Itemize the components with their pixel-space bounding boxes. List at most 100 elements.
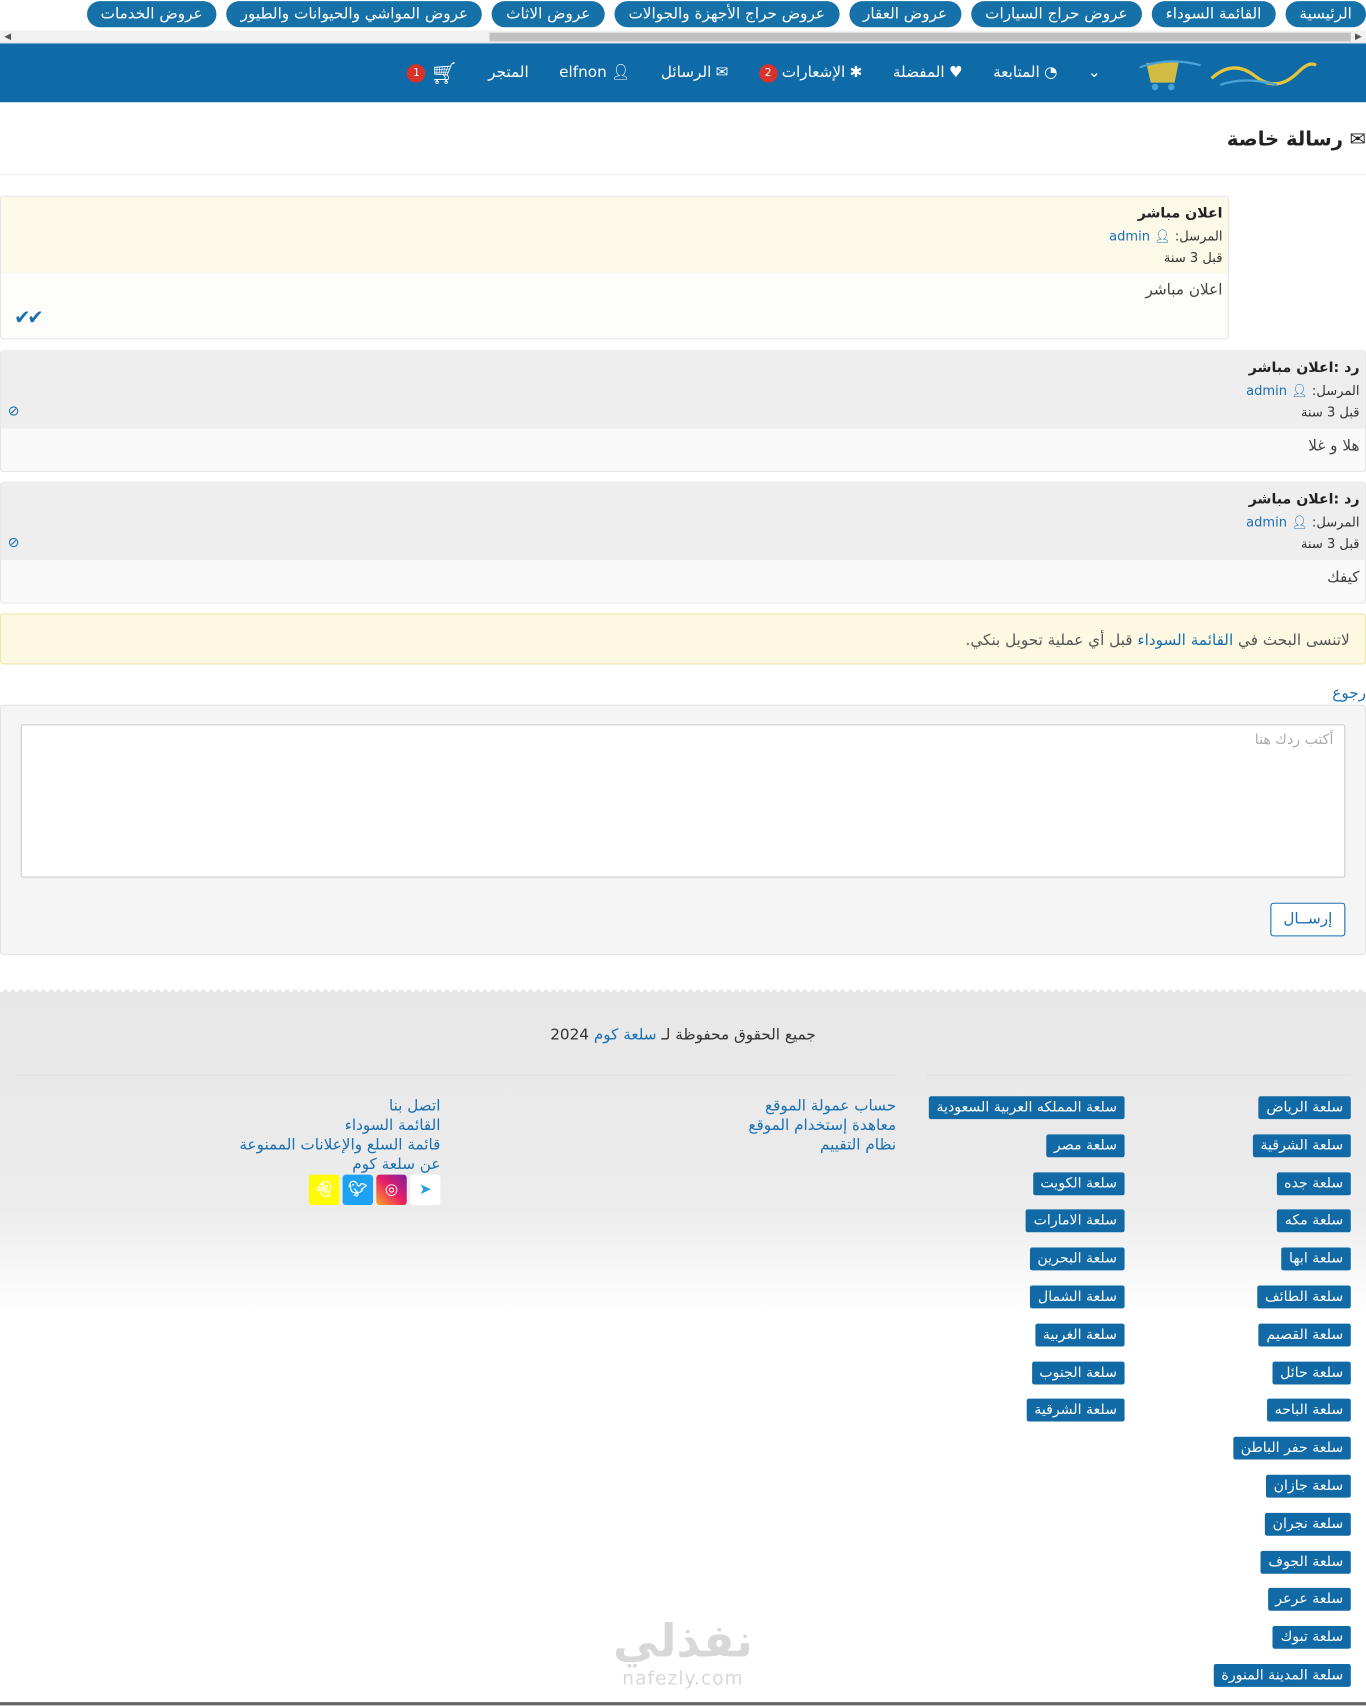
store-link[interactable]: المتجر	[473, 44, 544, 103]
site-link[interactable]: سلعة كوم	[594, 1027, 657, 1044]
region-tag[interactable]: سلعة المملكه العربية السعودية	[928, 1096, 1125, 1120]
category-tab[interactable]: عروض حراج الأجهزة والجوالات	[614, 1, 840, 28]
cart-count-badge: 1	[407, 63, 426, 83]
user-icon: 👤︎	[1291, 382, 1308, 399]
region-tag[interactable]: سلعة جازان	[1265, 1474, 1351, 1498]
category-tab[interactable]: عروض حراج السيارات	[970, 1, 1142, 28]
category-tab[interactable]: الرئيسية	[1285, 1, 1366, 28]
footer-link[interactable]: نظام التقييم	[613, 1135, 896, 1155]
more-dropdown[interactable]: ⌄	[1073, 44, 1116, 103]
rss-icon: ◔	[1044, 64, 1058, 82]
page-title: ✉ رسالة خاصة	[1227, 128, 1366, 151]
region-tag[interactable]: سلعة الباحه	[1267, 1399, 1351, 1422]
region-tag[interactable]: سلعة الكويت	[1032, 1171, 1125, 1195]
footer: جميع الحقوق محفوظة لـ سلعة كوم 2024 اتصل…	[0, 989, 1366, 1706]
favorites-link[interactable]: ♥ المفضلة	[878, 44, 978, 103]
copyright-year: 2024	[550, 1026, 594, 1045]
region-tag[interactable]: سلعة عرعر	[1267, 1588, 1351, 1612]
region-tag[interactable]: سلعة ابها	[1281, 1247, 1351, 1271]
footer-link[interactable]: القائمة السوداء	[158, 1116, 441, 1136]
region-tag[interactable]: سلعة الشرقية	[1252, 1134, 1351, 1157]
message-body: هلا و غلا	[1, 428, 1365, 471]
message-subject: رد :اعلان مباشر	[1248, 491, 1360, 508]
region-tag[interactable]: سلعة مصر	[1046, 1134, 1125, 1157]
ban-icon[interactable]: ⊘	[8, 403, 20, 419]
shopping-cart-icon: 🛒︎	[430, 59, 458, 86]
notifications-link[interactable]: ✱ الإشعارات 2	[744, 44, 878, 103]
sender-label: المرسل:	[1311, 514, 1360, 530]
read-check-icon: ✔✔	[14, 306, 44, 330]
category-tab[interactable]: عروض الخدمات	[86, 1, 217, 28]
footer-divider	[926, 1074, 1351, 1076]
message-subject: اعلان مباشر	[1137, 205, 1223, 222]
region-tag[interactable]: سلعة الرياض	[1258, 1096, 1351, 1120]
cart-link[interactable]: 🛒︎ 1	[392, 44, 473, 103]
message-header: رد :اعلان مباشر المرسل: 👤︎ admin قبل 3 س…	[1, 351, 1365, 429]
region-tag[interactable]: سلعة مكه	[1277, 1209, 1351, 1233]
snapchat-icon[interactable]: 👻︎	[308, 1174, 340, 1206]
category-tab[interactable]: عروض الاثاث	[492, 1, 605, 28]
site-logo[interactable]	[1135, 52, 1318, 93]
category-tab[interactable]: عروض العقار	[848, 1, 962, 28]
scroll-left-arrow-icon[interactable]: ◀	[4, 30, 11, 43]
scrollbar-thumb[interactable]	[489, 32, 1351, 42]
region-tag[interactable]: سلعة الجنوب	[1031, 1361, 1125, 1385]
heart-icon: ♥	[949, 64, 963, 82]
message-card: اعلان مباشر المرسل: 👤︎ admin قبل 3 سنة ا…	[0, 195, 1229, 340]
ban-icon[interactable]: ⊘	[8, 535, 20, 551]
chevron-down-icon: ⌄	[1087, 64, 1101, 82]
message-body: اعلان مباشر ✔✔	[1, 272, 1228, 339]
copyright: جميع الحقوق محفوظة لـ سلعة كوم 2024	[0, 1027, 1366, 1044]
footer-dotted-border	[0, 989, 1366, 992]
sender-label: المرسل:	[1311, 382, 1360, 399]
divider	[0, 174, 1366, 176]
sender-link[interactable]: admin	[1246, 514, 1287, 529]
send-button[interactable]: إرســال	[1270, 902, 1346, 937]
region-tag[interactable]: سلعة نجران	[1264, 1512, 1351, 1536]
region-tag[interactable]: سلعة الجوف	[1260, 1550, 1351, 1574]
category-tab[interactable]: عروض المواشي والحيوانات والطيور	[226, 1, 483, 28]
region-tag[interactable]: سلعة تبوك	[1272, 1626, 1351, 1650]
reply-textarea[interactable]	[20, 724, 1346, 878]
region-tag[interactable]: سلعة الامارات	[1025, 1209, 1125, 1233]
blacklist-link[interactable]: القائمة السوداء	[1137, 632, 1233, 649]
scroll-right-arrow-icon[interactable]: ▶	[1355, 30, 1362, 43]
region-tag[interactable]: سلعة الشرقية	[1026, 1399, 1125, 1422]
region-tag[interactable]: سلعة الطائف	[1257, 1285, 1351, 1309]
asterisk-icon: ✱	[849, 64, 863, 82]
region-tag[interactable]: سلعة البحرين	[1029, 1247, 1125, 1271]
user-menu[interactable]: 👤︎ elfnon	[544, 44, 646, 103]
copyright-text: جميع الحقوق محفوظة لـ	[656, 1026, 816, 1045]
instagram-icon[interactable]: ◎	[376, 1174, 407, 1206]
user-icon: 👤︎	[1154, 228, 1171, 244]
messages-link[interactable]: ✉ الرسائل	[646, 44, 744, 103]
footer-link[interactable]: معاهدة إستخدام الموقع	[613, 1116, 896, 1136]
region-tag[interactable]: سلعة المدينة المنورة	[1213, 1664, 1351, 1687]
back-link[interactable]: رجوع	[1332, 685, 1366, 702]
region-tag[interactable]: سلعة جده	[1276, 1171, 1351, 1195]
envelope-icon: ✉	[1349, 128, 1366, 152]
horizontal-scrollbar[interactable]: ◀ ▶	[0, 30, 1366, 44]
region-tag[interactable]: سلعة الغربية	[1035, 1323, 1125, 1347]
store-label: المتجر	[488, 64, 529, 82]
footer-link[interactable]: حساب عمولة الموقع	[613, 1096, 896, 1116]
message-sender: المرسل: 👤︎ admin	[12, 380, 1360, 402]
footer-link[interactable]: قائمة السلع والإعلانات الممنوعة	[158, 1135, 440, 1155]
footer-link[interactable]: اتصل بنا	[158, 1096, 441, 1116]
message-sender: المرسل: 👤︎ admin	[12, 511, 1360, 533]
watermark-arabic: نفذلي	[613, 1613, 753, 1668]
twitter-icon[interactable]: 🐦︎	[342, 1174, 374, 1206]
region-tag[interactable]: سلعة القصيم	[1258, 1323, 1351, 1347]
region-tag[interactable]: سلعة حائل	[1272, 1361, 1351, 1385]
sender-link[interactable]: admin	[1109, 228, 1150, 243]
telegram-icon[interactable]: ➤	[410, 1174, 441, 1206]
region-tag[interactable]: سلعة الشمال	[1030, 1285, 1125, 1309]
notice-text-end: قبل أي عملية تحويل بنكي.	[965, 631, 1138, 650]
category-tab[interactable]: القائمة السوداء	[1151, 1, 1276, 28]
following-link[interactable]: ◔ المتابعة	[978, 44, 1073, 103]
sender-link[interactable]: admin	[1246, 383, 1287, 398]
watermark-url: nafezly.com	[622, 1668, 744, 1691]
page-title-text: رسالة خاصة	[1226, 128, 1344, 152]
region-tag[interactable]: سلعة حفر الباطن	[1233, 1436, 1351, 1460]
watermark: نفذلي nafezly.com	[600, 1614, 765, 1690]
